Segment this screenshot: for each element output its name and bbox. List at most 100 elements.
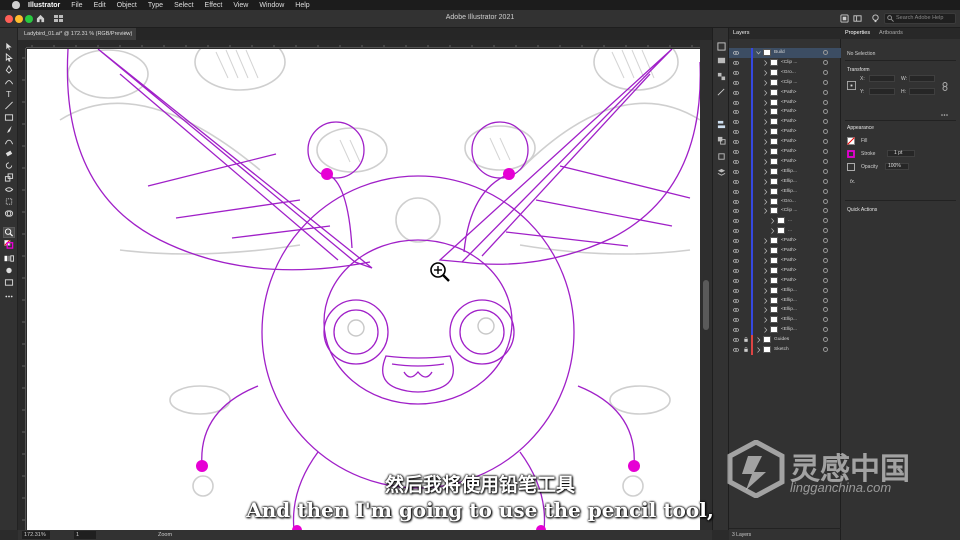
target-circle-icon[interactable] <box>823 149 828 154</box>
expand-chevron-icon[interactable] <box>763 79 768 87</box>
expand-chevron-icon[interactable] <box>763 178 768 186</box>
expand-chevron-icon[interactable] <box>763 99 768 107</box>
paintbrush-tool-icon[interactable] <box>4 125 14 134</box>
type-tool-icon[interactable]: T <box>4 89 14 98</box>
expand-chevron-icon[interactable] <box>763 59 768 67</box>
vertical-scroll-thumb[interactable] <box>703 280 709 330</box>
target-circle-icon[interactable] <box>823 347 828 352</box>
search-input[interactable]: Search Adobe Help <box>884 13 956 24</box>
target-circle-icon[interactable] <box>823 79 828 85</box>
target-circle-icon[interactable] <box>823 139 828 145</box>
eraser-tool-icon[interactable] <box>4 149 14 158</box>
width-field[interactable] <box>909 75 935 82</box>
layer-row[interactable]: <Path> <box>729 87 841 98</box>
line-tool-icon[interactable] <box>4 101 14 110</box>
lock-icon[interactable] <box>744 337 748 342</box>
visibility-eye-icon[interactable] <box>733 219 739 224</box>
expand-chevron-icon[interactable] <box>763 297 768 305</box>
target-circle-icon[interactable] <box>823 59 828 65</box>
shape-builder-tool-icon[interactable] <box>4 209 14 218</box>
visibility-eye-icon[interactable] <box>733 258 739 263</box>
expand-chevron-icon[interactable] <box>756 336 761 344</box>
expand-chevron-icon[interactable] <box>756 49 761 57</box>
layer-row[interactable]: <Clip ... <box>729 206 841 217</box>
close-window-button[interactable] <box>5 15 13 23</box>
target-circle-icon[interactable] <box>823 218 828 224</box>
expand-chevron-icon[interactable] <box>763 148 768 156</box>
target-circle-icon[interactable] <box>823 178 828 184</box>
target-circle-icon[interactable] <box>823 228 828 234</box>
menu-select[interactable]: Select <box>174 2 193 9</box>
menu-type[interactable]: Type <box>148 2 163 9</box>
minimize-window-button[interactable] <box>15 15 23 23</box>
home-icon[interactable] <box>36 14 45 23</box>
layer-row[interactable]: <Path> <box>729 156 841 167</box>
target-circle-icon[interactable] <box>823 337 828 343</box>
layer-row[interactable]: <Ellip... <box>729 285 841 296</box>
color-mode-icon[interactable] <box>4 254 14 263</box>
layer-row[interactable]: <Path> <box>729 246 841 256</box>
lightbulb-icon[interactable] <box>871 14 880 23</box>
selection-tool-icon[interactable] <box>4 42 14 51</box>
expand-chevron-icon[interactable] <box>770 217 775 225</box>
visibility-eye-icon[interactable] <box>733 120 739 125</box>
target-circle-icon[interactable] <box>823 248 828 253</box>
target-circle-icon[interactable] <box>823 327 828 333</box>
target-circle-icon[interactable] <box>823 168 828 174</box>
visibility-eye-icon[interactable] <box>733 249 739 253</box>
target-circle-icon[interactable] <box>823 198 828 204</box>
expand-chevron-icon[interactable] <box>763 168 768 176</box>
expand-chevron-icon[interactable] <box>770 227 775 235</box>
target-circle-icon[interactable] <box>823 287 828 293</box>
layer-row[interactable]: <Path> <box>729 97 841 108</box>
expand-chevron-icon[interactable] <box>763 108 768 116</box>
visibility-eye-icon[interactable] <box>733 51 739 55</box>
menu-edit[interactable]: Edit <box>94 2 106 9</box>
target-circle-icon[interactable] <box>823 208 828 214</box>
transform-icon[interactable] <box>717 152 726 161</box>
menu-view[interactable]: View <box>233 2 248 9</box>
expand-chevron-icon[interactable] <box>763 267 768 275</box>
target-circle-icon[interactable] <box>823 109 828 115</box>
target-circle-icon[interactable] <box>823 188 828 194</box>
align-icon[interactable] <box>717 120 726 129</box>
visibility-eye-icon[interactable] <box>733 348 739 352</box>
expand-chevron-icon[interactable] <box>763 188 768 196</box>
expand-chevron-icon[interactable] <box>763 128 768 136</box>
opacity-field[interactable]: 100% <box>885 163 909 170</box>
tab-artboards[interactable]: Artboards <box>879 28 903 39</box>
height-field[interactable] <box>909 88 935 95</box>
visibility-eye-icon[interactable] <box>733 338 739 342</box>
close-document-icon[interactable]: × <box>124 28 128 40</box>
visibility-eye-icon[interactable] <box>733 318 739 323</box>
layers-panel-tab[interactable]: Layers <box>729 28 841 39</box>
visibility-eye-icon[interactable] <box>733 199 739 204</box>
stroke-weight-field[interactable]: 1 pt <box>887 150 915 157</box>
layer-row[interactable]: <Gro... <box>729 196 841 207</box>
layer-row[interactable]: <Ellip... <box>729 186 841 197</box>
stroke-label[interactable]: Stroke <box>861 151 875 157</box>
more-tools-icon[interactable] <box>4 292 14 301</box>
layer-row[interactable]: <Ellip... <box>729 166 841 177</box>
menu-object[interactable]: Object <box>117 2 137 9</box>
screen-mode-icon[interactable] <box>4 278 14 287</box>
target-circle-icon[interactable] <box>823 99 828 105</box>
width-tool-icon[interactable] <box>4 185 14 194</box>
target-circle-icon[interactable] <box>823 277 828 283</box>
menu-effect[interactable]: Effect <box>205 2 223 9</box>
zoom-level-field[interactable]: 172.31% <box>22 531 50 539</box>
target-circle-icon[interactable] <box>823 257 828 263</box>
layer-row[interactable]: <Clip ... <box>729 57 841 68</box>
fill-stroke-swatch-icon[interactable] <box>4 240 14 249</box>
expand-chevron-icon[interactable] <box>763 207 768 215</box>
visibility-eye-icon[interactable] <box>733 179 739 184</box>
layer-row[interactable]: <Path> <box>729 137 841 148</box>
layer-row[interactable]: <Path> <box>729 265 841 276</box>
visibility-eye-icon[interactable] <box>733 150 739 154</box>
target-circle-icon[interactable] <box>823 238 828 244</box>
target-circle-icon[interactable] <box>823 307 828 313</box>
target-circle-icon[interactable] <box>823 119 828 125</box>
expand-chevron-icon[interactable] <box>763 306 768 314</box>
visibility-eye-icon[interactable] <box>733 90 739 95</box>
reference-point-icon[interactable] <box>847 81 856 90</box>
